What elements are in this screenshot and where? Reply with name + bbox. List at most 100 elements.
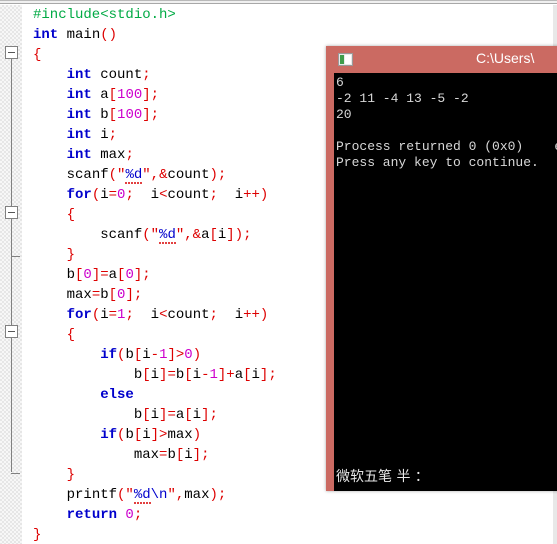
code-token: a <box>175 407 185 423</box>
code-token: b <box>133 407 143 423</box>
console-window[interactable]: C:\Users\ 6 -2 11 -4 13 -5 -2 20 Process… <box>326 46 557 491</box>
code-token: %d <box>133 487 151 503</box>
code-token: 0 <box>184 347 193 363</box>
code-token: ++) <box>243 187 269 203</box>
code-token: max <box>133 447 160 463</box>
code-token: (" <box>142 227 160 243</box>
code-token: b <box>66 267 76 283</box>
code-token: [ <box>133 347 143 363</box>
code-token: 0 <box>117 507 134 523</box>
code-token: a <box>108 267 118 283</box>
code-token: = <box>91 287 101 303</box>
code-folding-gutter[interactable] <box>0 5 22 544</box>
fold-guide-line <box>11 57 12 472</box>
code-token: { <box>66 207 76 223</box>
code-token: = <box>108 307 118 323</box>
code-token: if <box>100 347 118 363</box>
code-token: ) <box>192 347 202 363</box>
code-token: [ <box>184 367 193 383</box>
code-token: count <box>167 187 210 203</box>
code-line: return 0; <box>22 505 557 525</box>
code-token: int <box>33 27 59 43</box>
code-token: ", <box>167 487 185 503</box>
code-token: ]; <box>125 287 143 303</box>
code-token: ]> <box>150 427 168 443</box>
code-line: #include<stdio.h> <box>22 5 557 25</box>
code-token: int <box>66 127 92 143</box>
code-line: } <box>22 525 557 544</box>
code-token: ]; <box>142 87 160 103</box>
code-token: \n <box>150 487 168 503</box>
code-token: for <box>66 307 92 323</box>
code-token: [ <box>209 227 218 243</box>
fold-collapse-icon[interactable] <box>5 206 18 219</box>
fold-collapse-icon[interactable] <box>5 325 18 338</box>
code-token: ; <box>108 127 118 143</box>
code-token: [ <box>184 407 193 423</box>
code-token: b <box>167 447 176 463</box>
code-token: 0 <box>83 267 92 283</box>
code-token: = <box>108 187 118 203</box>
code-token: ); <box>209 487 227 503</box>
code-token: ]; <box>133 267 151 283</box>
code-token: } <box>33 527 42 543</box>
code-token: max <box>167 427 193 443</box>
fold-collapse-icon[interactable] <box>5 46 18 59</box>
console-title-bar[interactable]: C:\Users\ <box>326 46 557 73</box>
code-token: ); <box>209 167 227 183</box>
code-token: ; <box>133 507 143 523</box>
console-output-area[interactable]: 6 -2 11 -4 13 -5 -2 20 Process returned … <box>334 73 557 478</box>
code-token: ]; <box>142 107 160 123</box>
code-token: i <box>150 367 160 383</box>
code-token: (" <box>108 167 126 183</box>
code-token: a <box>91 87 109 103</box>
code-token: ]= <box>159 407 176 423</box>
code-token: max <box>184 487 210 503</box>
code-token: scanf <box>100 227 143 243</box>
code-token: [ <box>243 367 252 383</box>
code-token: return <box>66 507 118 523</box>
code-token: i <box>192 367 202 383</box>
code-token: b <box>100 287 109 303</box>
code-token: - <box>150 347 160 363</box>
code-token: i <box>150 407 160 423</box>
code-token: i <box>100 187 109 203</box>
console-app-icon <box>338 53 353 66</box>
code-token: b <box>125 427 134 443</box>
code-token: i <box>133 187 160 203</box>
code-token: i <box>192 407 202 423</box>
code-token: ]= <box>91 267 109 283</box>
code-token: 1 <box>209 367 218 383</box>
code-token: i <box>133 307 160 323</box>
code-token: b <box>125 347 134 363</box>
code-token: { <box>33 47 42 63</box>
code-token: [ <box>108 87 118 103</box>
fold-end-tick <box>11 473 20 474</box>
code-token: ]; <box>259 367 277 383</box>
code-token: (" <box>117 487 134 503</box>
code-token: ( <box>91 307 101 323</box>
code-token: ]; <box>192 447 210 463</box>
code-token: 100 <box>117 87 143 103</box>
code-token: int <box>66 87 92 103</box>
code-token: () <box>100 27 118 43</box>
code-token: i <box>217 307 244 323</box>
code-token: i <box>184 447 193 463</box>
code-token: ; <box>125 187 134 203</box>
code-token: ]+ <box>217 367 235 383</box>
code-token: 100 <box>117 107 143 123</box>
code-token: ; <box>142 67 151 83</box>
code-token: else <box>100 387 134 403</box>
code-token: [ <box>108 287 118 303</box>
code-token: main <box>58 27 101 43</box>
code-token: [ <box>133 427 143 443</box>
code-token: [ <box>142 407 151 423</box>
code-token: %d <box>159 227 176 243</box>
code-token: if <box>100 427 118 443</box>
code-token: ; <box>209 187 218 203</box>
code-token: i <box>142 347 151 363</box>
code-token: i <box>251 367 260 383</box>
code-token: #include<stdio.h> <box>33 7 176 23</box>
code-token: a <box>234 367 244 383</box>
code-token: [ <box>175 447 185 463</box>
